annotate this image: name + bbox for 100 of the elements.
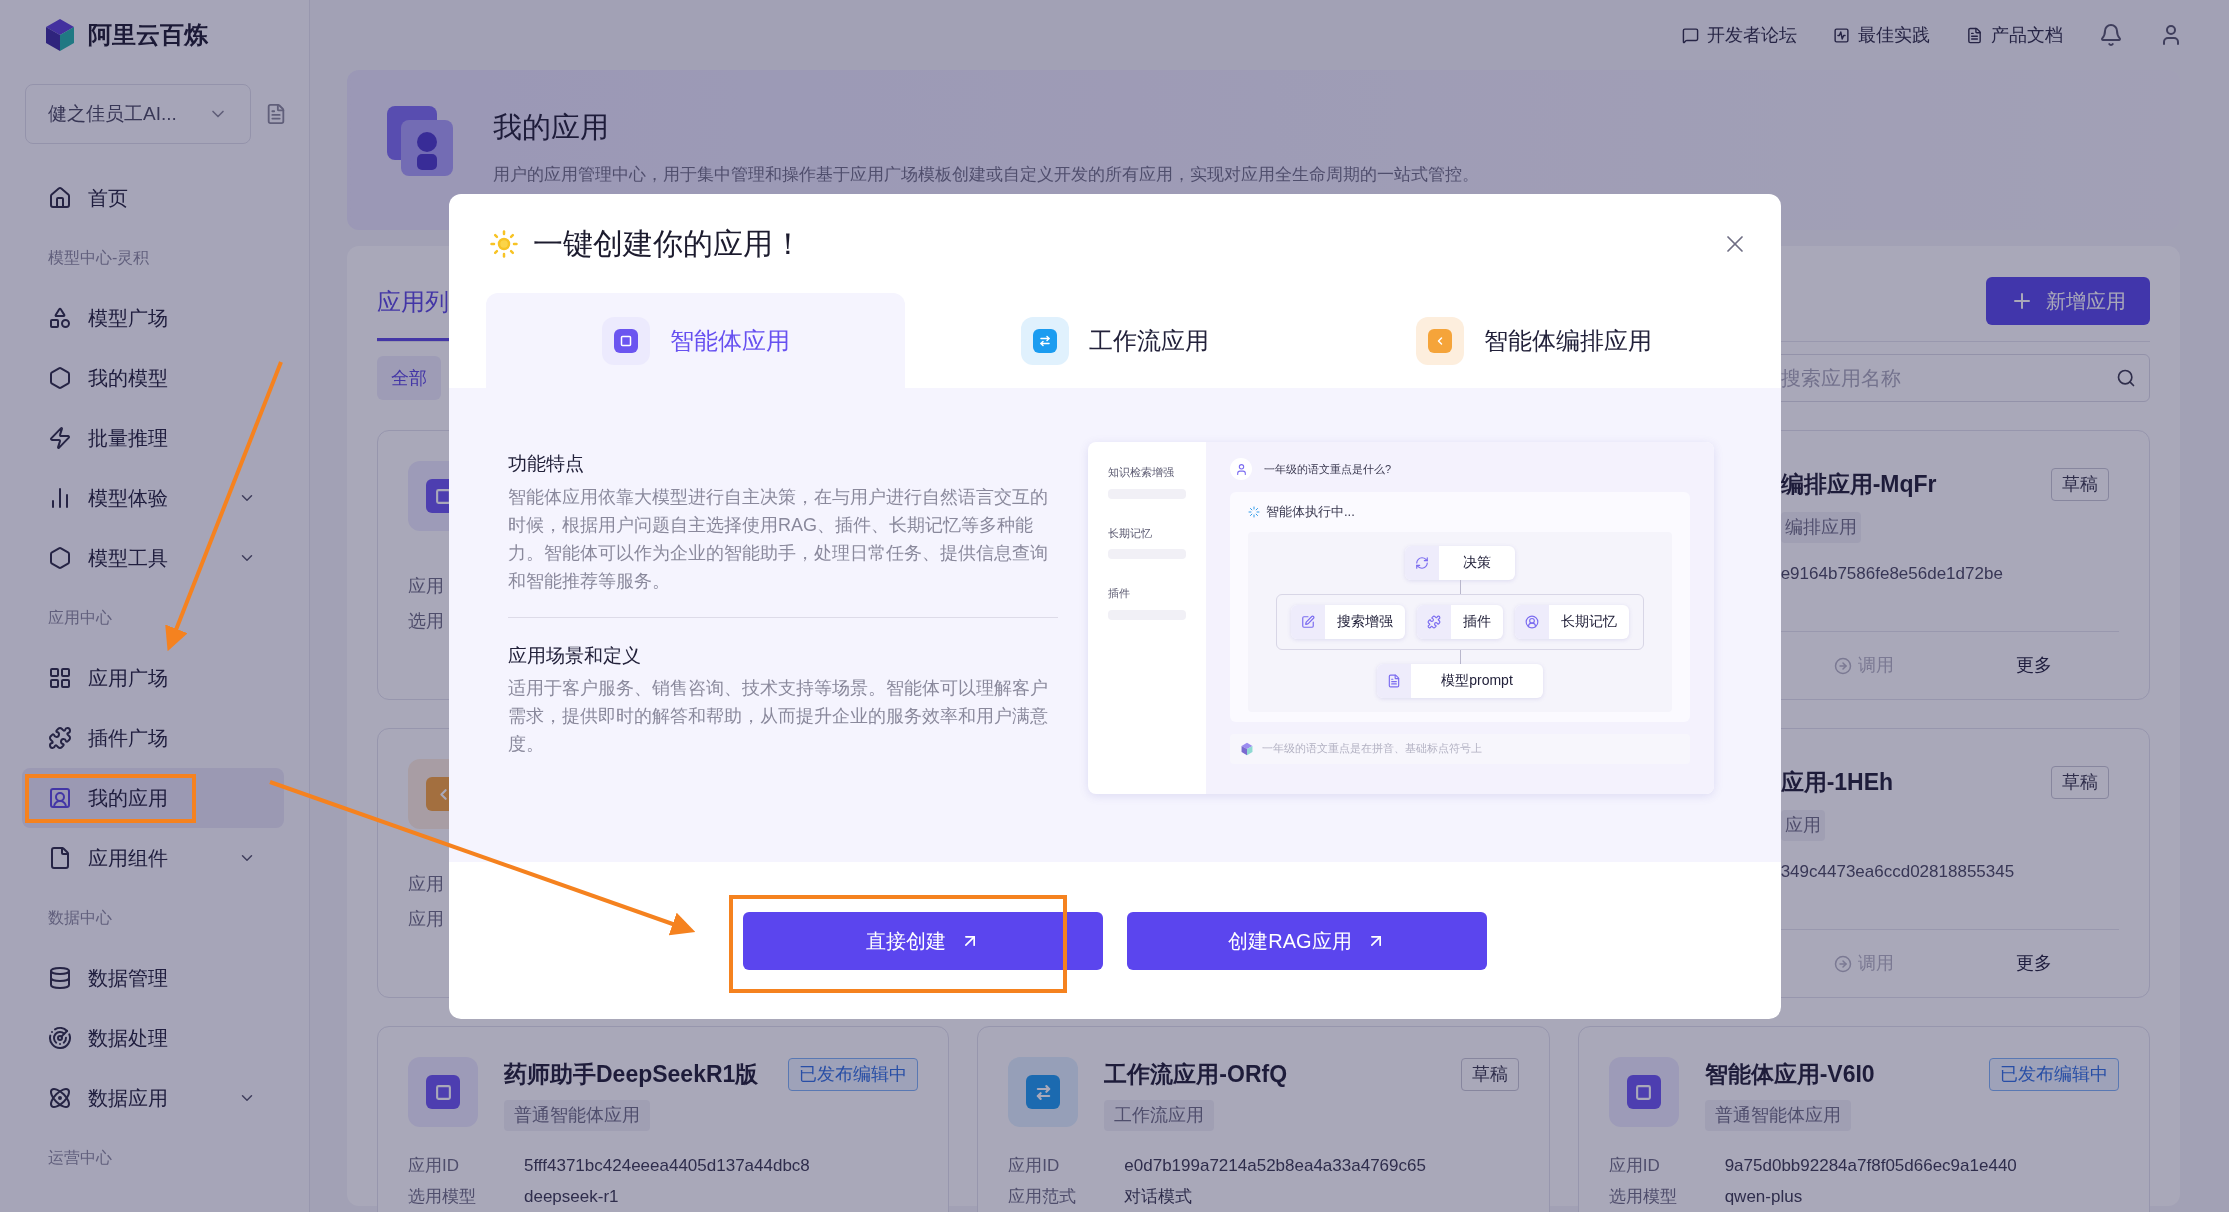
header-link[interactable]: 最佳实践 — [1833, 21, 1930, 49]
user-icon — [1234, 462, 1248, 476]
section-text: 智能体应用依靠大模型进行自主决策，在与用户进行自然语言交互的时候，根据用户问题自主选择使用RAG、插件、长期记忆等多种能力。智能体可以作为企业的智能助手，处理日常任务、提供信息查询和智能推荐等服务。 — [508, 485, 1049, 593]
field-value: 5fff4371bc424eeea4405d137a44dbc8 — [524, 1154, 810, 1177]
document-icon — [1387, 673, 1401, 688]
app-title: 智能体应用-V6I0 — [1704, 1060, 1875, 1089]
status-tag: 已发布编辑中 — [1989, 1057, 2119, 1091]
section-heading: 功能特点 — [508, 452, 585, 476]
field-label: 选用模型 — [408, 1186, 477, 1208]
field-label: 应用 — [408, 575, 444, 598]
app-type-tag: 应用 — [1780, 809, 1825, 841]
field-label: 应用ID — [1608, 1154, 1661, 1177]
page-description: 用户的应用管理中心，用于集中管理和操作基于应用广场模板创建或自定义开发的所有应用，实现对应用全生命周期的一站式管控。 — [493, 163, 1479, 186]
section-text: 适用于客户服务、销售咨询、技术支持等场景。智能体可以理解客户需求，提供即时的解答和帮助，从而提升企业的服务效率和用户满意度。 — [508, 677, 1049, 756]
field-value: deepseek-r1 — [524, 1186, 619, 1208]
sidebar-item[interactable]: 应用组件 — [22, 828, 284, 888]
hexagon-icon — [48, 366, 72, 390]
field-value: 对话模式 — [1124, 1186, 1193, 1208]
field-label: 应用 — [408, 873, 444, 896]
field-value: e0d7b199a7214a52b8ea4a33a4769c65 — [1124, 1154, 1426, 1177]
sidebar-item[interactable]: 我的模型 — [22, 348, 284, 408]
app-title: 工作流应用-ORfQ — [1104, 1060, 1288, 1089]
create-button[interactable]: 创建RAG应用 — [1127, 911, 1487, 970]
sidebar-section-title: 运营中心 — [48, 1148, 112, 1168]
preview-side-label: 长期记忆 — [1108, 525, 1153, 541]
app-type-tag: 编排应用 — [1780, 511, 1861, 543]
sidebar-item[interactable]: 数据管理 — [22, 948, 284, 1008]
search-icon — [2116, 368, 2136, 388]
field-value: qwen-plus — [1724, 1186, 1803, 1208]
filter-chip[interactable]: 全部 — [377, 356, 441, 400]
preview-status: 智能体执行中... — [1266, 503, 1355, 521]
app-type-icon — [601, 316, 650, 365]
status-tag: 草稿 — [2051, 765, 2109, 799]
app-type-icon — [1416, 316, 1465, 365]
brand-name: 阿里云百炼 — [88, 20, 208, 50]
tool-node: 搜索增强 — [1291, 604, 1405, 639]
document-icon[interactable] — [265, 103, 287, 125]
shapes-icon — [48, 306, 72, 330]
app-type-tag: 工作流应用 — [1104, 1099, 1215, 1131]
field-label: 应用 — [408, 908, 444, 931]
status-tag: 草稿 — [1460, 1057, 1519, 1091]
logo-icon — [1240, 741, 1254, 756]
app-type-tab[interactable]: 智能体应用 — [486, 293, 906, 388]
app-id: e9164b7586fe8e56de1d72be — [1780, 562, 2004, 585]
puzzle-icon — [1427, 614, 1441, 629]
card-action[interactable]: 更多 — [2015, 950, 2052, 977]
sidebar-item[interactable]: 插件广场 — [22, 708, 284, 768]
puzzle-icon — [48, 726, 72, 750]
status-tag: 草稿 — [2051, 467, 2109, 501]
field-label: 应用范式 — [1008, 1186, 1078, 1208]
user-square-icon — [48, 786, 72, 810]
app-type-tag: 普通智能体应用 — [504, 1099, 650, 1131]
sidebar-section-title: 数据中心 — [48, 908, 112, 928]
user-circle-icon — [1525, 614, 1539, 629]
atom-icon — [48, 1086, 72, 1110]
sun-icon — [489, 228, 519, 259]
radar-icon — [48, 1026, 72, 1050]
field-label: 选用模型 — [1608, 1186, 1678, 1208]
tool-node: 长期记忆 — [1515, 604, 1629, 639]
section-heading: 应用场景和定义 — [508, 643, 642, 668]
sidebar-item[interactable]: 数据处理 — [22, 1008, 284, 1068]
chart-icon — [1833, 26, 1850, 44]
app-title: 编排应用-MqFr — [1780, 470, 1937, 499]
app-type-tag: 普通智能体应用 — [1704, 1099, 1851, 1131]
preview-side-label: 插件 — [1108, 586, 1131, 601]
invoke-icon — [1833, 954, 1852, 973]
bolt-icon — [48, 426, 72, 450]
sidebar-item[interactable]: 首页 — [22, 168, 284, 228]
create-button[interactable]: 直接创建 — [743, 911, 1103, 970]
app-type-icon — [408, 1057, 478, 1127]
field-label: 应用ID — [1008, 1154, 1061, 1177]
app-folder-icon — [387, 106, 453, 176]
sidebar-item[interactable]: 批量推理 — [22, 408, 284, 468]
app-title: 应用-1HEh — [1780, 768, 1894, 797]
sidebar-item[interactable]: 应用广场 — [22, 648, 284, 708]
house-icon — [48, 186, 72, 210]
workspace-select[interactable]: 健之佳员工AI... — [25, 84, 251, 144]
sidebar-item[interactable]: 模型广场 — [22, 288, 284, 348]
field-value: 9a75d0bb92284a7f8f05d66ec9a1e440 — [1724, 1154, 2017, 1177]
app-type-tab[interactable]: 工作流应用 — [905, 293, 1325, 388]
app-id: 349c4473ea6ccd02818855345 — [1780, 860, 2016, 883]
invoke-icon — [1833, 656, 1852, 675]
chat-icon — [1682, 26, 1699, 44]
header-link[interactable]: 产品文档 — [1966, 21, 2063, 49]
database-icon — [48, 966, 72, 990]
status-tag: 已发布编辑中 — [788, 1057, 919, 1091]
sidebar-item[interactable]: 模型体验 — [22, 468, 284, 528]
cycle-icon — [1415, 555, 1429, 570]
card-action[interactable]: 更多 — [2015, 652, 2052, 679]
dialog-title: 一键创建你的应用！ — [533, 226, 803, 262]
field-label: 应用ID — [408, 1154, 460, 1177]
sidebar-item[interactable]: 模型工具 — [22, 528, 284, 588]
spinner-icon — [1248, 505, 1260, 518]
new-app-button[interactable]: 新增应用 — [1986, 277, 2150, 325]
sidebar-item[interactable]: 数据应用 — [22, 1068, 284, 1128]
header-link[interactable]: 开发者论坛 — [1682, 21, 1797, 49]
notification-bell-icon[interactable] — [2099, 23, 2123, 47]
sidebar-section-title: 应用中心 — [48, 608, 112, 628]
sidebar-section-title: 模型中心-灵积 — [48, 248, 150, 268]
app-type-icon — [1021, 316, 1069, 365]
